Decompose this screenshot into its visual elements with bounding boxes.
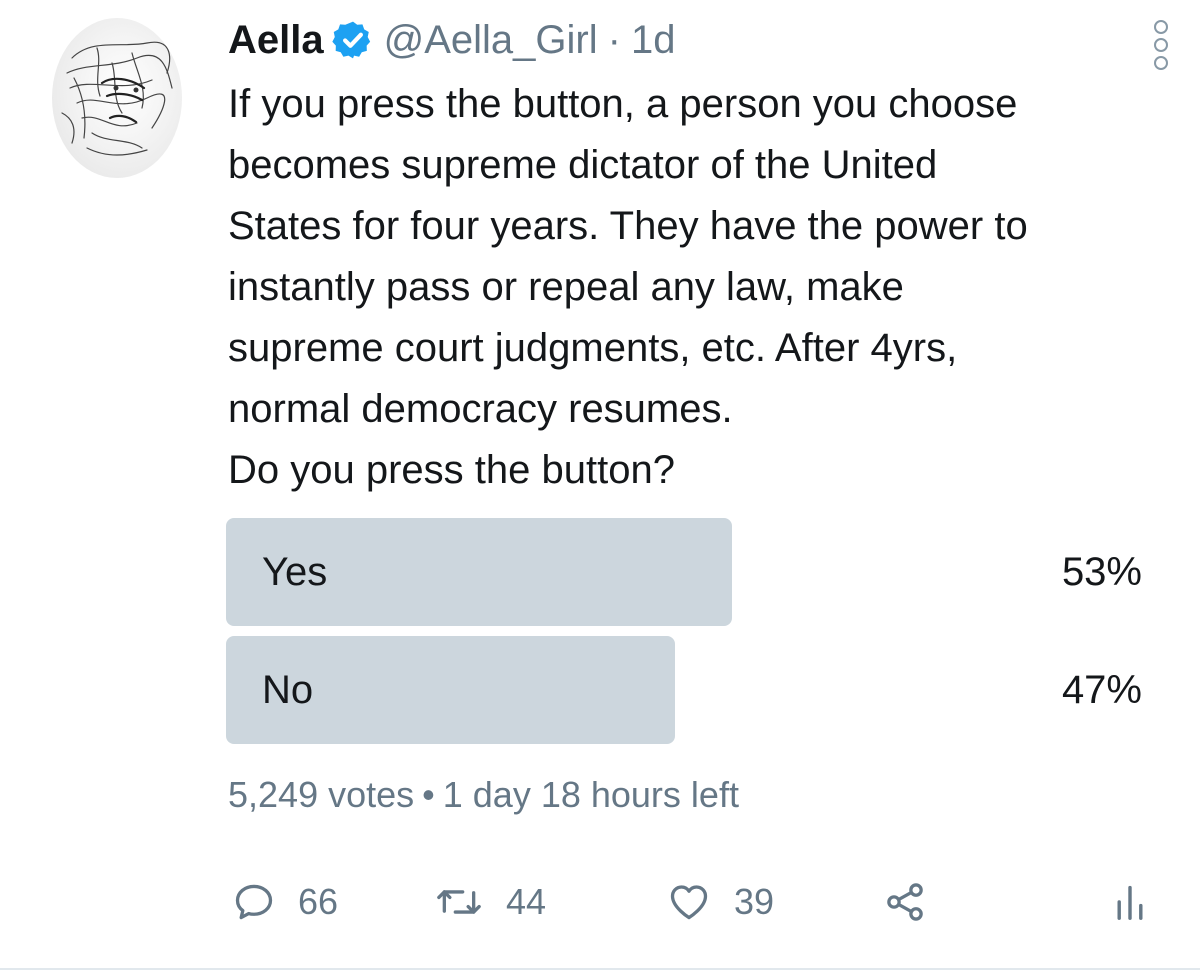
like-icon [670,885,708,920]
like-count: 39 [734,881,775,922]
poll-time-left: 1 day 18 hours left [442,774,739,815]
reply-count: 66 [298,881,339,922]
tweet-text-line: becomes supreme dictator of the United [228,143,938,187]
poll-option-percent: 53% [1061,550,1142,594]
poll-option-yes: Yes 53% [226,518,1146,626]
display-name[interactable]: Aella [228,18,324,63]
avatar[interactable] [52,18,182,178]
poll-option-percent: 47% [1061,668,1142,712]
tweet-text-line: States for four years. They have the pow… [228,204,1028,248]
retweet-icon [437,890,481,914]
share-icon [887,883,923,921]
like-button[interactable]: 39 [666,872,774,932]
poll-vote-count: 5,249 votes [228,774,415,815]
tweet-timestamp[interactable]: 1d [631,18,676,63]
tweet-text-line: instantly pass or repeal any law, make [228,265,904,309]
tweet-actions: 66 44 39 [228,872,1148,932]
poll-option-no: No 47% [226,636,1146,744]
tweet-text-line: Do you press the button? [228,448,675,492]
verified-badge-icon [331,19,374,61]
tweet-text-line: If you press the button, a person you ch… [228,82,1018,126]
reply-button[interactable]: 66 [232,872,338,932]
reply-icon [235,884,273,920]
retweet-button[interactable]: 44 [434,872,546,932]
share-button[interactable] [882,872,928,932]
tweet-header: Aella @Aella_Girl · 1d [228,10,675,70]
poll-option-label: Yes [262,550,328,594]
poll-meta: 5,249 votes • 1 day 18 hours left [228,770,739,820]
tweet-text-line: supreme court judgments, etc. After 4yrs… [228,326,958,370]
header-separator: · [607,17,621,62]
tweet-card[interactable]: Aella @Aella_Girl · 1d If you press the … [0,0,1200,970]
poll-meta-bullet: • [422,774,435,815]
poll: Yes 53% No 47% [226,518,1146,754]
avatar-sketch-image [61,41,173,156]
more-options-icon[interactable] [1152,18,1170,72]
retweet-count: 44 [506,881,547,922]
tweet-text-line: normal democracy resumes. [228,387,733,431]
tweet-text: If you press the button, a person you ch… [228,74,1178,501]
analytics-icon [1117,885,1143,920]
analytics-button[interactable] [1112,872,1148,932]
poll-option-label: No [262,668,314,712]
user-handle[interactable]: @Aella_Girl [384,18,598,63]
